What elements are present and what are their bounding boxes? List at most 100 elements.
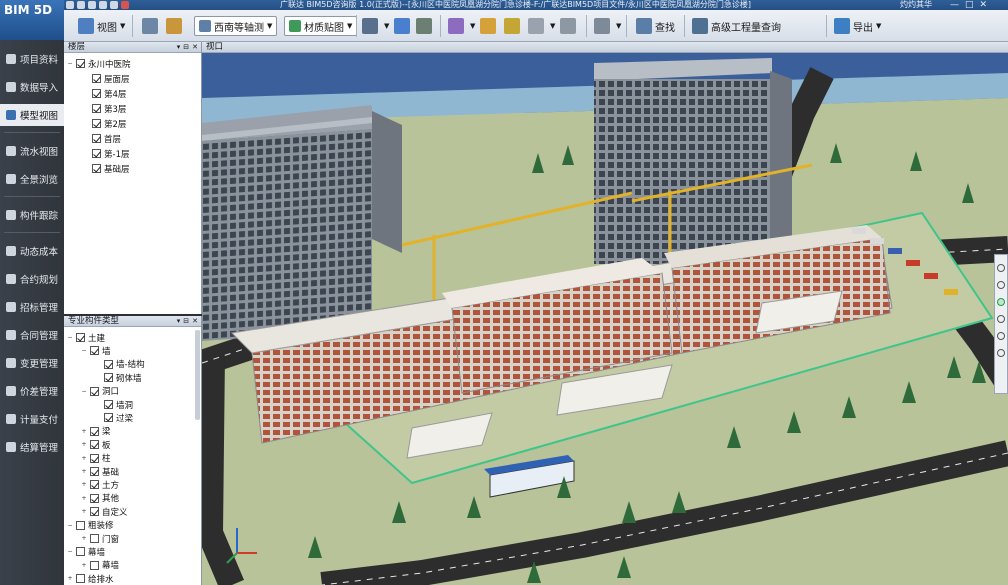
bim-model-scene[interactable]	[202, 53, 1008, 585]
pan-tool-icon[interactable]	[997, 281, 1005, 289]
settings-icon[interactable]	[110, 1, 118, 9]
user-name[interactable]: 灼灼其华	[900, 0, 932, 10]
tree-node-component-type[interactable]: + 板	[80, 438, 111, 451]
pin-button[interactable]: ▾	[177, 316, 181, 327]
tree-node-component-type[interactable]: − 土建	[66, 331, 105, 344]
export-button[interactable]: 导出 ▼	[834, 16, 881, 36]
tree-node-root[interactable]: − 永川中医院	[66, 57, 131, 70]
checkbox[interactable]	[76, 574, 85, 584]
walk-button[interactable]: ▼	[362, 16, 389, 36]
expand-toggle[interactable]: +	[80, 428, 88, 435]
tree-node-component-type[interactable]: + 梁	[80, 425, 111, 438]
section-button[interactable]	[504, 16, 523, 36]
zoom-in-icon[interactable]	[997, 315, 1005, 323]
checkbox[interactable]	[92, 119, 101, 128]
checkbox[interactable]	[90, 534, 99, 543]
checkbox[interactable]	[90, 346, 99, 356]
checkbox[interactable]	[76, 547, 85, 557]
expand-toggle[interactable]: +	[80, 481, 88, 488]
checkbox[interactable]	[92, 149, 101, 158]
tree-node-floor[interactable]: 第2层	[90, 117, 126, 130]
tree-node-floor[interactable]: 第-1层	[90, 147, 129, 160]
nav-item-settlement[interactable]: 结算管理	[0, 436, 64, 458]
advanced-query-button[interactable]: 高级工程量查询	[692, 16, 781, 36]
checkbox[interactable]	[76, 59, 85, 68]
checkbox[interactable]	[92, 134, 101, 143]
checkbox[interactable]	[90, 440, 99, 450]
nav-item-project-docs[interactable]: 项目资料	[0, 48, 64, 70]
tree-node-component-type[interactable]: + 基础	[80, 465, 119, 478]
nav-item-change-mgmt[interactable]: 变更管理	[0, 352, 64, 374]
checkbox[interactable]	[104, 359, 113, 369]
checkbox[interactable]	[104, 413, 113, 423]
pin-button[interactable]: ▾	[177, 42, 181, 53]
zoom-window-icon[interactable]	[997, 332, 1005, 340]
tree-node-component-type[interactable]: + 幕墙	[80, 559, 119, 572]
expand-toggle[interactable]: +	[80, 468, 88, 475]
expand-toggle[interactable]: −	[66, 522, 74, 529]
checkbox[interactable]	[90, 493, 99, 503]
clip-button[interactable]: ▼	[528, 16, 555, 36]
expand-toggle[interactable]: −	[80, 347, 88, 354]
expand-toggle[interactable]: +	[80, 441, 88, 448]
expand-toggle[interactable]: +	[80, 495, 88, 502]
screenshot-button[interactable]	[416, 16, 435, 36]
close-project-icon[interactable]	[121, 1, 129, 9]
expand-toggle[interactable]: +	[80, 508, 88, 515]
tree-node-component-type[interactable]: − 洞口	[80, 385, 119, 398]
tree-node-component-type[interactable]: + 其他	[80, 492, 119, 505]
select-tool-icon[interactable]	[997, 264, 1005, 272]
expand-toggle[interactable]: +	[66, 575, 74, 582]
tree-node-component-type[interactable]: − 幕墙	[66, 545, 105, 558]
tree-node-floor[interactable]: 首层	[90, 132, 121, 145]
tree-node-component-type[interactable]: + 自定义	[80, 505, 128, 518]
nav-item-contract-mgmt[interactable]: 合同管理	[0, 324, 64, 346]
checkbox[interactable]	[90, 480, 99, 490]
checkbox[interactable]	[90, 386, 99, 396]
nav-item-price-diff[interactable]: 价差管理	[0, 380, 64, 402]
tree-node-floor[interactable]: 第4层	[90, 87, 126, 100]
checkbox[interactable]	[90, 560, 99, 570]
save-icon[interactable]	[77, 1, 85, 9]
axis-button[interactable]	[166, 16, 185, 36]
nav-item-model-view[interactable]: 模型视图	[0, 104, 64, 126]
angle-button[interactable]	[560, 16, 579, 36]
tree-node-component-type[interactable]: − 粗装修	[66, 519, 114, 532]
box-button[interactable]: ▼	[594, 16, 621, 36]
tree-node-component-type[interactable]: + 给排水	[66, 572, 114, 585]
expand-toggle[interactable]: +	[80, 562, 88, 569]
checkbox[interactable]	[104, 400, 113, 409]
tree-node-component-type[interactable]: − 墙	[80, 344, 111, 357]
tree-node-component-type[interactable]: 过梁	[94, 411, 133, 424]
axis-view-select[interactable]: 西南等轴测 ▼	[194, 16, 278, 36]
undo-icon[interactable]	[88, 1, 96, 9]
close-panel-button[interactable]: ✕	[192, 42, 198, 53]
expand-toggle[interactable]: −	[66, 334, 74, 341]
minimize-button[interactable]: —	[950, 0, 959, 10]
checkbox[interactable]	[92, 164, 101, 173]
tree-node-component-type[interactable]: + 门窗	[80, 532, 119, 545]
tree-node-component-type[interactable]: + 土方	[80, 478, 119, 491]
nav-item-component-track[interactable]: 构件跟踪	[0, 204, 64, 226]
checkbox[interactable]	[76, 333, 85, 342]
grid-view-button[interactable]	[142, 16, 161, 36]
close-button[interactable]: ✕	[980, 0, 988, 10]
nav-item-panorama[interactable]: 全景浏览	[0, 168, 64, 190]
float-button[interactable]: ⊟	[183, 42, 189, 53]
checkbox[interactable]	[92, 74, 101, 83]
measure-button[interactable]	[480, 16, 499, 36]
checkbox[interactable]	[92, 89, 101, 98]
tree-node-component-type[interactable]: 砌体墙	[94, 371, 142, 384]
nav-item-flow-view[interactable]: 流水视图	[0, 140, 64, 162]
expand-toggle[interactable]: +	[80, 455, 88, 462]
checkbox[interactable]	[92, 104, 101, 113]
tree-node-floor[interactable]: 基础层	[90, 162, 130, 175]
nav-item-payment[interactable]: 计量支付	[0, 408, 64, 430]
tree-node-component-type[interactable]: + 柱	[80, 452, 111, 465]
close-panel-button[interactable]: ✕	[192, 316, 198, 327]
checkbox[interactable]	[104, 373, 113, 383]
checkbox[interactable]	[90, 467, 99, 476]
maximize-button[interactable]: □	[965, 0, 974, 10]
tree-node-component-type[interactable]: 墙洞	[94, 398, 133, 411]
nav-item-contract-plan[interactable]: 合约规划	[0, 268, 64, 290]
